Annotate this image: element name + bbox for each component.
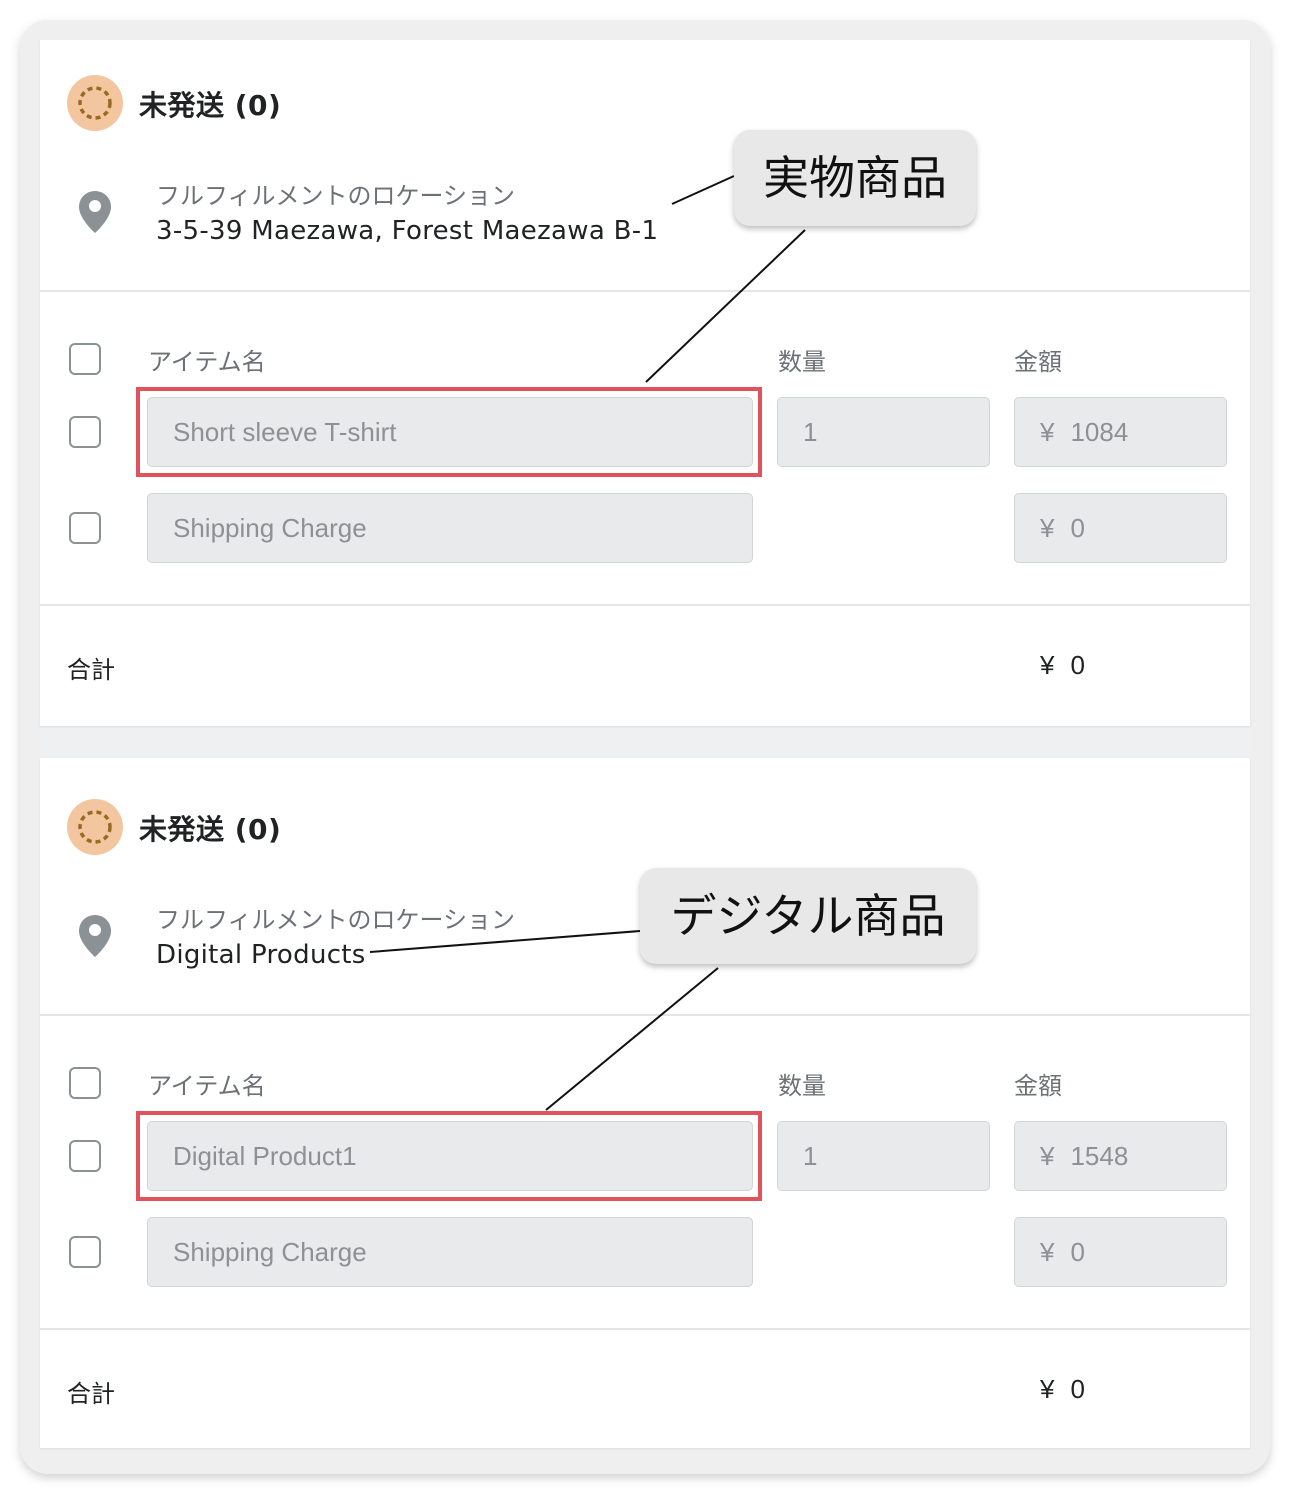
row-checkbox[interactable] bbox=[69, 1140, 101, 1172]
item-name-field[interactable]: Shipping Charge bbox=[147, 1217, 753, 1287]
column-header-qty: 数量 bbox=[778, 348, 826, 376]
column-header-amount: 金額 bbox=[1014, 348, 1062, 376]
item-name-field[interactable]: Shipping Charge bbox=[147, 493, 753, 563]
amount-value: 0 bbox=[1070, 1237, 1085, 1267]
annotation-callout-physical: 実物商品 bbox=[734, 130, 976, 226]
total-value: ¥0 bbox=[1040, 650, 1085, 681]
divider bbox=[40, 604, 1250, 606]
row-checkbox[interactable] bbox=[69, 416, 101, 448]
currency-symbol: ¥ bbox=[1040, 1374, 1055, 1404]
quantity-field[interactable]: 1 bbox=[777, 397, 990, 467]
divider bbox=[40, 1328, 1250, 1330]
highlight-box bbox=[136, 1111, 762, 1201]
fulfillment-card-digital: 未発送 (0) フルフィルメントのロケーション Digital Products… bbox=[40, 758, 1250, 1448]
amount-value: 0 bbox=[1070, 513, 1085, 543]
total-label: 合計 bbox=[67, 656, 115, 684]
amount-field[interactable]: ¥0 bbox=[1014, 493, 1227, 563]
quantity-field[interactable]: 1 bbox=[777, 1121, 990, 1191]
fulfillment-card-physical: 未発送 (0) フルフィルメントのロケーション 3-5-39 Maezawa, … bbox=[40, 40, 1250, 726]
total-amount: 0 bbox=[1070, 1374, 1085, 1404]
amount-field[interactable]: ¥1548 bbox=[1014, 1121, 1227, 1191]
unfulfilled-status-icon bbox=[67, 75, 123, 131]
currency-symbol: ¥ bbox=[1040, 513, 1055, 543]
total-value: ¥0 bbox=[1040, 1374, 1085, 1405]
currency-symbol: ¥ bbox=[1040, 650, 1055, 680]
amount-value: 1084 bbox=[1070, 417, 1129, 447]
total-amount: 0 bbox=[1070, 650, 1085, 680]
amount-value: 1548 bbox=[1070, 1141, 1129, 1171]
column-header-qty: 数量 bbox=[778, 1072, 826, 1100]
location-label: フルフィルメントのロケーション bbox=[156, 182, 516, 210]
amount-field[interactable]: ¥0 bbox=[1014, 1217, 1227, 1287]
location-value: 3-5-39 Maezawa, Forest Maezawa B-1 bbox=[156, 216, 659, 246]
location-value: Digital Products bbox=[156, 940, 366, 970]
column-header-item: アイテム名 bbox=[148, 348, 266, 376]
divider bbox=[40, 290, 1250, 292]
amount-field[interactable]: ¥1084 bbox=[1014, 397, 1227, 467]
unfulfilled-status-icon bbox=[67, 799, 123, 855]
annotation-callout-digital: デジタル商品 bbox=[640, 868, 976, 964]
row-checkbox[interactable] bbox=[69, 1236, 101, 1268]
location-label: フルフィルメントのロケーション bbox=[156, 906, 516, 934]
column-header-amount: 金額 bbox=[1014, 1072, 1062, 1100]
status-title: 未発送 (0) bbox=[139, 89, 282, 122]
divider bbox=[40, 1014, 1250, 1016]
currency-symbol: ¥ bbox=[1040, 1237, 1055, 1267]
location-pin-icon bbox=[79, 915, 111, 957]
section-gap bbox=[40, 727, 1250, 757]
location-pin-icon bbox=[79, 191, 111, 233]
select-all-checkbox[interactable] bbox=[69, 1067, 101, 1099]
column-header-item: アイテム名 bbox=[148, 1072, 266, 1100]
currency-symbol: ¥ bbox=[1040, 1141, 1055, 1171]
total-label: 合計 bbox=[67, 1380, 115, 1408]
status-title: 未発送 (0) bbox=[139, 813, 282, 846]
highlight-box bbox=[136, 387, 762, 477]
currency-symbol: ¥ bbox=[1040, 417, 1055, 447]
row-checkbox[interactable] bbox=[69, 512, 101, 544]
select-all-checkbox[interactable] bbox=[69, 343, 101, 375]
